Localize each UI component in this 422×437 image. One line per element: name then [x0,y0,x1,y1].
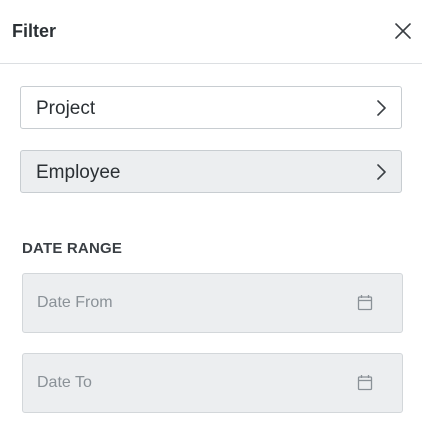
chevron-right-icon [377,100,386,116]
date-to-input[interactable] [37,372,337,394]
chevron-right-icon [377,164,386,180]
employee-filter-label: Employee [36,162,121,183]
filter-panel: Filter Project Employee DATE RANGE [0,0,422,437]
close-button[interactable] [392,20,414,42]
employee-filter-button[interactable]: Employee [20,150,402,193]
close-icon [395,23,411,39]
date-from-input[interactable] [37,292,337,314]
date-to-field[interactable] [22,353,403,413]
calendar-icon[interactable] [357,374,373,391]
date-range-heading: DATE RANGE [22,240,123,257]
page-title: Filter [12,21,57,41]
project-filter-label: Project [36,98,96,119]
date-from-field[interactable] [22,273,403,333]
filter-header: Filter [0,0,422,64]
calendar-icon[interactable] [357,294,373,311]
project-filter-button[interactable]: Project [20,86,402,129]
